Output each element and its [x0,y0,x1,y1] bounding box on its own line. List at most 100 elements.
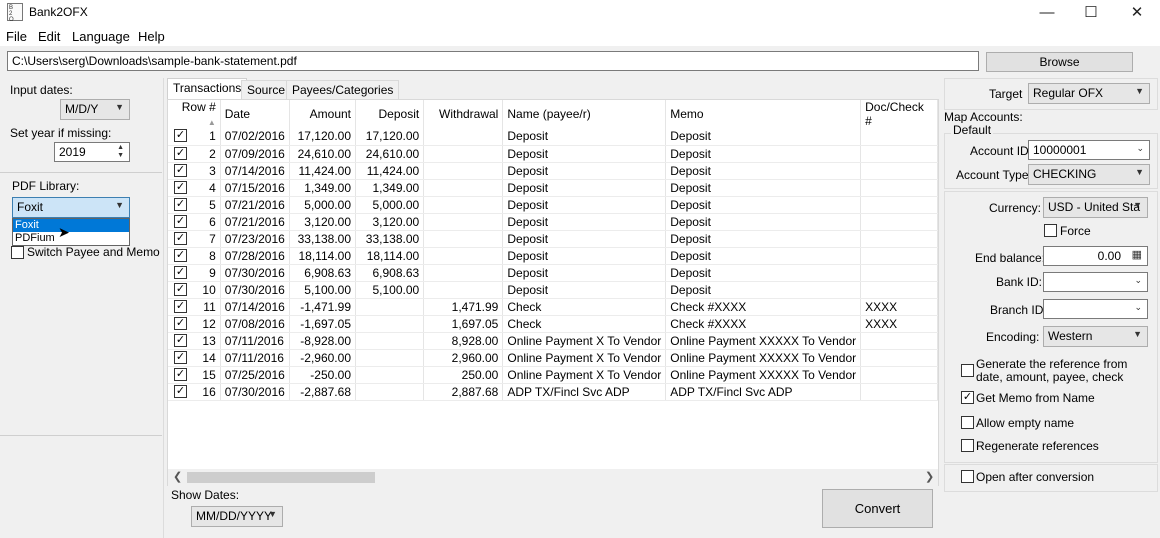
row-checkbox[interactable]: ✓ [174,197,187,211]
cell-row[interactable]: ✓ 11 [168,298,221,316]
cell-withdrawal [423,213,504,231]
row-checkbox[interactable]: ✓ [174,129,187,142]
table-row[interactable]: ✓ 12 07/08/2016 -1,697.05 1,697.05 Check Check… [168,315,938,333]
table-row[interactable]: ✓ 1 07/02/2016 17,120.00 17,120.00 Deposit Dep… [168,128,938,146]
file-path-input[interactable]: C:\Users\serg\Downloads\sample-bank-stat… [7,51,979,71]
cell-row[interactable]: ✓ 10 [168,281,221,299]
cell-row[interactable]: ✓ 14 [168,349,221,367]
encoding-select[interactable]: Western ▼ [1043,326,1148,347]
table-row[interactable]: ✓ 6 07/21/2016 3,120.00 3,120.00 Deposit Depos… [168,213,938,231]
cell-row[interactable]: ✓ 2 [168,145,221,163]
bank-id-select[interactable]: ⌄ [1043,272,1148,292]
row-checkbox[interactable]: ✓ [174,299,187,313]
col-doc-header[interactable]: Doc/Check # [860,100,938,128]
row-checkbox[interactable]: ✓ [174,350,187,364]
row-checkbox[interactable]: ✓ [174,265,187,279]
table-row[interactable]: ✓ 7 07/23/2016 33,138.00 33,138.00 Deposit Dep… [168,230,938,248]
generate-reference-checkbox[interactable] [961,364,974,377]
table-row[interactable]: ✓ 13 07/11/2016 -8,928.00 8,928.00 Online Pay… [168,332,938,350]
convert-button[interactable]: Convert [822,489,933,528]
cell-row[interactable]: ✓ 3 [168,162,221,180]
browse-button[interactable]: Browse [986,52,1133,72]
row-checkbox[interactable]: ✓ [174,282,187,296]
table-row[interactable]: ✓ 8 07/28/2016 18,114.00 18,114.00 Deposit Dep… [168,247,938,265]
table-row[interactable]: ✓ 14 07/11/2016 -2,960.00 2,960.00 Online Pay… [168,349,938,367]
close-button[interactable]: ✕ [1114,0,1160,24]
regenerate-references-checkbox[interactable] [961,439,974,452]
row-checkbox[interactable]: ✓ [174,384,187,398]
input-dates-select[interactable]: M/D/Y ▼ [60,99,130,120]
table-row[interactable]: ✓ 9 07/30/2016 6,908.63 6,908.63 Deposit Depos… [168,264,938,282]
cell-date: 07/11/2016 [220,349,290,367]
cell-row[interactable]: ✓ 7 [168,230,221,248]
row-checkbox[interactable]: ✓ [174,163,187,177]
tab-payees-categories[interactable]: Payees/Categories [286,80,400,99]
pdf-library-select[interactable]: Foxit ▼ [12,197,130,218]
account-id-select[interactable]: 10000001 ⌄ [1028,140,1150,160]
table-row[interactable]: ✓ 10 07/30/2016 5,100.00 5,100.00 Deposit Depo… [168,281,938,299]
menu-edit[interactable]: Edit [38,29,60,44]
col-withdrawal-header[interactable]: Withdrawal [423,100,504,128]
account-type-select[interactable]: CHECKING ▼ [1028,164,1150,185]
table-row[interactable]: ✓ 11 07/14/2016 -1,471.99 1,471.99 Check Check… [168,298,938,316]
menu-file[interactable]: File [6,29,27,44]
currency-select[interactable]: USD - United Sta ▼ [1043,197,1148,218]
menu-help[interactable]: Help [138,29,165,44]
table-row[interactable]: ✓ 2 07/09/2016 24,610.00 24,610.00 Deposit Dep… [168,145,938,163]
branch-id-select[interactable]: ⌄ [1043,299,1148,319]
calculator-icon[interactable]: ▦ [1132,248,1142,261]
allow-empty-checkbox[interactable] [961,416,974,429]
show-dates-select[interactable]: MM/DD/YYYY ▼ [191,506,283,527]
scroll-left-icon[interactable]: ❮ [173,470,182,483]
col-amount-header[interactable]: Amount [289,100,357,128]
table-row[interactable]: ✓ 16 07/30/2016 -2,887.68 2,887.68 ADP TX/Fin… [168,383,938,401]
row-checkbox[interactable]: ✓ [174,248,187,262]
maximize-button[interactable]: ☐ [1068,0,1114,24]
col-name-header[interactable]: Name (payee/r) [502,100,667,128]
minimize-button[interactable]: — [1024,0,1070,24]
cell-withdrawal [423,247,504,265]
spin-arrows-icon[interactable]: ▲ ▼ [117,144,124,160]
row-checkbox[interactable]: ✓ [174,316,187,330]
tab-source[interactable]: Source [241,80,292,99]
cell-row[interactable]: ✓ 16 [168,383,221,401]
cell-row[interactable]: ✓ 6 [168,213,221,231]
open-after-checkbox[interactable] [961,470,974,483]
row-checkbox[interactable]: ✓ [174,333,187,347]
row-checkbox[interactable]: ✓ [174,180,187,194]
cell-row[interactable]: ✓ 15 [168,366,221,384]
menu-language[interactable]: Language [72,29,130,44]
col-memo-header[interactable]: Memo [665,100,862,128]
target-select[interactable]: Regular OFX ▼ [1028,83,1150,104]
option-foxit[interactable]: Foxit [13,219,129,232]
cell-row[interactable]: ✓ 1 [168,128,221,146]
col-date-header[interactable]: Date [220,100,290,128]
scroll-right-icon[interactable]: ❯ [925,470,934,483]
switch-payee-checkbox[interactable] [11,246,24,259]
force-checkbox[interactable] [1044,224,1057,237]
row-checkbox[interactable]: ✓ [174,231,187,245]
cell-row[interactable]: ✓ 13 [168,332,221,350]
end-balance-input[interactable]: 0.00 ▦ [1043,246,1148,266]
set-year-spinner[interactable]: 2019 ▲ ▼ [54,142,130,162]
option-pdfium[interactable]: PDFium [13,232,129,245]
cell-amount: -8,928.00 [289,332,357,350]
tab-transactions[interactable]: Transactions [167,78,248,100]
col-deposit-header[interactable]: Deposit [355,100,425,128]
scrollbar-thumb[interactable] [187,472,375,483]
horizontal-scrollbar[interactable]: ❮ ❯ [168,469,938,486]
cell-row[interactable]: ✓ 8 [168,247,221,265]
cell-row[interactable]: ✓ 9 [168,264,221,282]
row-checkbox[interactable]: ✓ [174,367,187,381]
col-row-header[interactable]: Row # ▲ [168,100,221,128]
table-row[interactable]: ✓ 4 07/15/2016 1,349.00 1,349.00 Deposit Depos… [168,179,938,197]
table-row[interactable]: ✓ 3 07/14/2016 11,424.00 11,424.00 Deposit Dep… [168,162,938,180]
get-memo-checkbox[interactable]: ✓ [961,391,974,404]
cell-row[interactable]: ✓ 4 [168,179,221,197]
table-row[interactable]: ✓ 15 07/25/2016 -250.00 250.00 Online Payment… [168,366,938,384]
cell-row[interactable]: ✓ 12 [168,315,221,333]
row-checkbox[interactable]: ✓ [174,214,187,228]
cell-row[interactable]: ✓ 5 [168,196,221,214]
row-checkbox[interactable]: ✓ [174,146,187,160]
table-row[interactable]: ✓ 5 07/21/2016 5,000.00 5,000.00 Deposit Depos… [168,196,938,214]
